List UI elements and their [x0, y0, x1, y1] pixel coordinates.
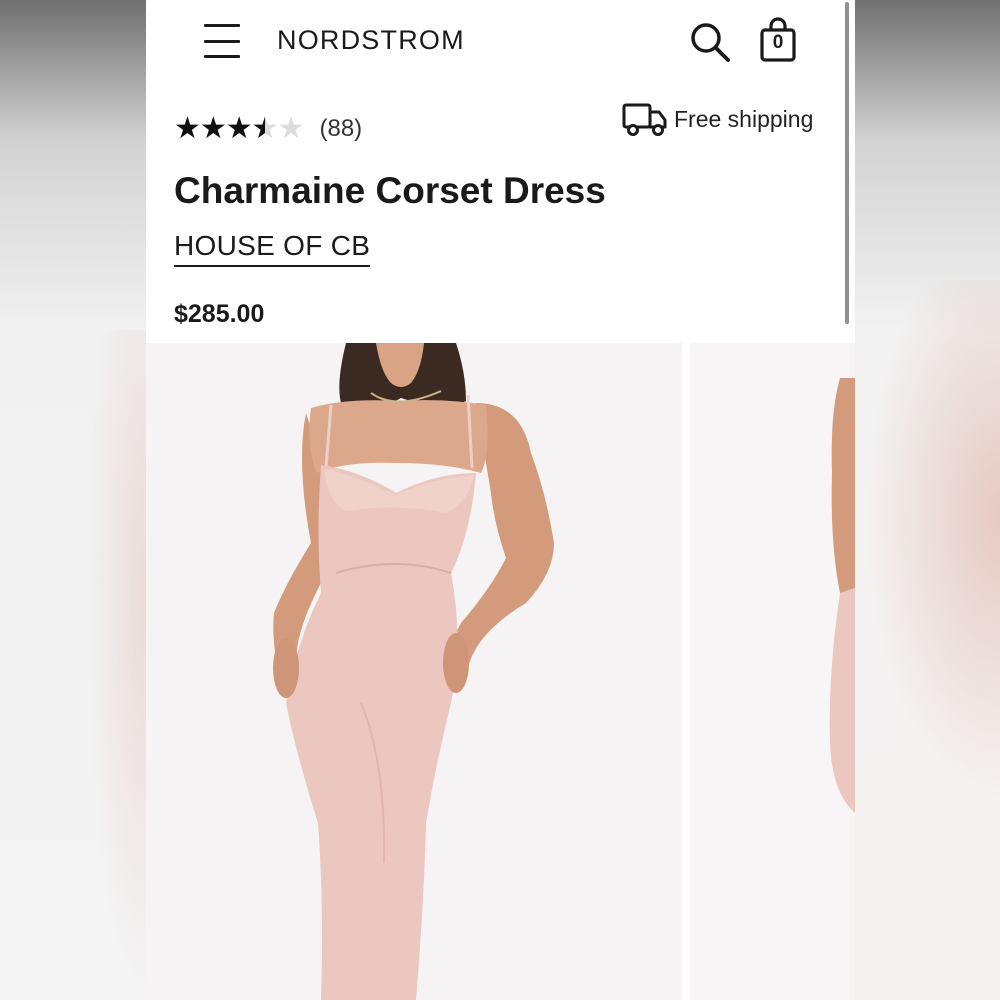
next-product-photo[interactable]: [690, 343, 855, 1000]
bag-count: 0: [772, 32, 784, 53]
truck-icon: [622, 103, 667, 136]
site-header: NORDSTROM 0: [146, 0, 855, 85]
hamburger-menu-icon[interactable]: [204, 24, 240, 58]
free-shipping: Free shipping: [622, 100, 813, 138]
blurred-backdrop-left: [0, 0, 146, 1000]
product-title: Charmaine Corset Dress: [174, 170, 606, 211]
scrollbar[interactable]: [845, 2, 849, 324]
product-gallery[interactable]: [146, 343, 855, 1000]
shipping-label: Free shipping: [674, 105, 814, 132]
star-rating-icon: ★★★★★ ★★★★★: [174, 112, 304, 145]
site-logo[interactable]: NORDSTROM: [277, 25, 465, 56]
phone-screen: NORDSTROM 0 ★★★★★ ★★★★★ (88) Free shippi…: [146, 0, 855, 1000]
brand-link[interactable]: HOUSE OF CB: [174, 230, 371, 267]
blurred-backdrop-right: [855, 0, 1000, 1000]
shopping-bag-icon[interactable]: 0: [758, 16, 798, 64]
main-product-photo[interactable]: [146, 343, 682, 1000]
product-rating[interactable]: ★★★★★ ★★★★★ (88): [174, 112, 362, 146]
search-icon[interactable]: [688, 20, 732, 64]
review-count[interactable]: (88): [319, 115, 362, 143]
product-price: $285.00: [174, 300, 265, 328]
